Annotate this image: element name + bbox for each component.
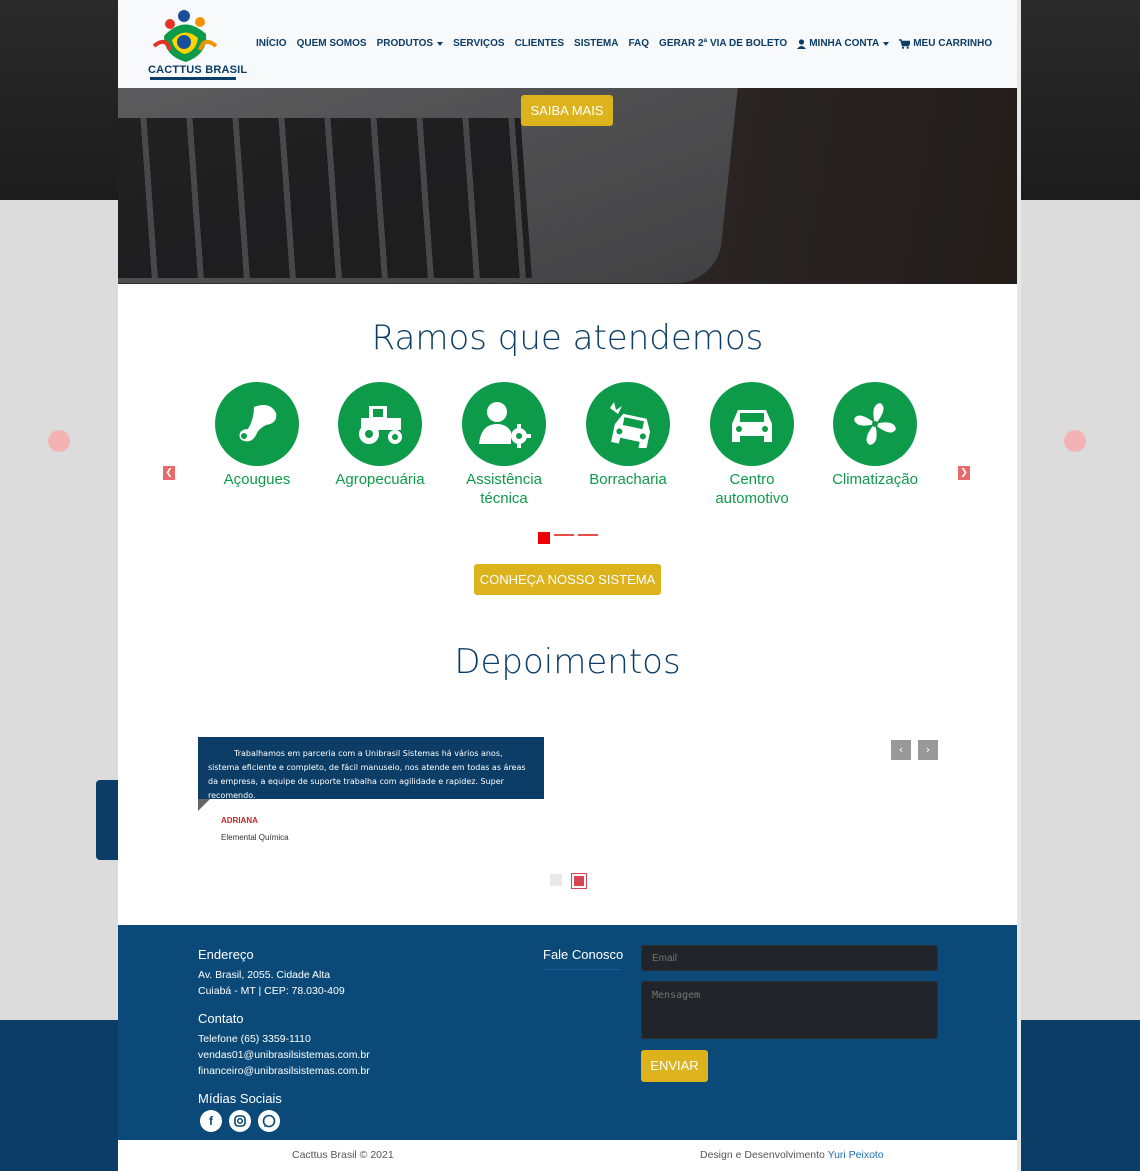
branches-indicators [538,532,598,544]
credit-text: Design e Desenvolvimento [700,1149,825,1161]
testimonial-quote: Trabalhamos em parceria com a Unibrasil … [198,737,544,800]
branch-borracharia[interactable]: Borracharia [573,382,683,489]
nav-label: QUEM SOMOS [296,38,367,49]
divider [543,969,621,970]
nav-label: CLIENTES [514,38,565,49]
nav-label: INÍCIO [256,38,287,49]
testimonial-author: ADRIANA [221,816,258,825]
copyright: Cacttus Brasil © 2021 [292,1149,394,1161]
caret-down-icon [437,41,444,46]
carousel-indicator[interactable] [578,534,598,536]
nav-label: FAQ [628,38,650,49]
nav-label: PRODUTOS [376,38,434,49]
nav-label: SISTEMA [574,38,619,49]
logo-icon [152,10,218,63]
page: CACTTUS BRASIL INÍCIO QUEM SOMOS PRODUTO… [118,0,1021,1171]
branch-climatizacao[interactable]: Climatização [820,382,930,489]
branch-assistencia[interactable]: Assistência técnica [449,382,559,508]
meat-icon [215,382,299,466]
footer: Endereço Av. Brasil, 2055. Cidade Alta C… [118,925,1017,1140]
chevron-right-icon: ❯ [960,468,968,478]
brand-underline [150,77,236,80]
whatsapp-icon[interactable] [258,1110,280,1132]
nav-inicio[interactable]: INÍCIO [251,38,292,49]
main-nav: INÍCIO QUEM SOMOS PRODUTOS SERVIÇOS CLIE… [251,38,997,49]
nav-label: MINHA CONTA [809,38,880,49]
nav-sistema[interactable]: SISTEMA [569,38,623,49]
instagram-icon[interactable] [229,1110,251,1132]
branch-agropecuaria[interactable]: Agropecuária [325,382,435,489]
fan-icon [833,382,917,466]
nav-label: SERVIÇOS [453,38,505,49]
chevron-left-icon: ‹ [898,743,904,756]
testimonial-prev-button[interactable]: ‹ [891,740,911,760]
testimonial-indicator-active[interactable] [571,873,587,889]
nav-produtos[interactable]: PRODUTOS [372,38,449,49]
quote-tail [198,799,210,811]
contact-phone: Telefone (65) 3359-1110 [198,1033,311,1045]
branch-label: Agropecuária [335,471,425,488]
car-icon [710,382,794,466]
testimonial-next-button[interactable]: › [918,740,938,760]
facebook-icon[interactable]: f [200,1110,222,1132]
tractor-icon [338,382,422,466]
nav-boleto[interactable]: GERAR 2ª VIA DE BOLETO [654,38,792,49]
chevron-right-icon: › [925,743,931,756]
credit: Design e Desenvolvimento Yuri Peixoto [700,1149,884,1161]
branches-carousel: Açougues Agropecuária Assistência técnic… [213,382,933,522]
nav-clientes[interactable]: CLIENTES [510,38,569,49]
nav-minha-conta[interactable]: MINHA CONTA [792,38,894,49]
chevron-left-icon: ❮ [165,468,173,478]
branch-label: Açougues [223,471,291,488]
car-crash-icon [586,382,670,466]
social-title: Mídias Sociais [198,1091,282,1106]
conheca-sistema-button[interactable]: CONHEÇA NOSSO SISTEMA [474,564,661,595]
brand-name: CACTTUS BRASIL [148,64,248,76]
branch-label: Assistência técnica [466,471,542,507]
contact-form-title: Fale Conosco [543,947,624,962]
testimonial-company: Elemental Química [221,833,289,842]
address-line2: Cuiabá - MT | CEP: 78.030-409 [198,985,345,997]
branch-centro-automotivo[interactable]: Centro automotivo [697,382,807,508]
technician-icon [462,382,546,466]
branches-prev-button[interactable]: ❮ [163,466,175,480]
credit-link[interactable]: Yuri Peixoto [828,1149,884,1161]
nav-label: MEU CARRINHO [913,38,993,49]
branch-acougues[interactable]: Açougues [202,382,312,489]
nav-carrinho[interactable]: MEU CARRINHO [894,38,997,49]
caret-down-icon [883,41,890,46]
saiba-mais-button[interactable]: SAIBA MAIS [521,95,613,126]
navbar: CACTTUS BRASIL INÍCIO QUEM SOMOS PRODUTO… [118,0,1021,88]
branch-label: Climatização [832,471,918,488]
address-line1: Av. Brasil, 2055. Cidade Alta [198,969,331,981]
branch-label: Centro automotivo [715,471,789,507]
email-field[interactable] [641,945,938,971]
branch-label: Borracharia [589,471,667,488]
carousel-indicator[interactable] [554,534,574,536]
send-button[interactable]: ENVIAR [641,1050,708,1082]
bottom-bar: Cacttus Brasil © 2021 Design e Desenvolv… [118,1140,1017,1171]
address-title: Endereço [198,947,254,962]
contact-email-financeiro[interactable]: financeiro@unibrasilsistemas.com.br [198,1063,370,1079]
nav-servicos[interactable]: SERVIÇOS [448,38,510,49]
nav-label: GERAR 2ª VIA DE BOLETO [659,38,788,49]
scroll-edge [1017,0,1021,1171]
testimonial-indicator[interactable] [550,874,562,886]
nav-faq[interactable]: FAQ [623,38,654,49]
contact-title: Contato [198,1011,244,1026]
nav-quem-somos[interactable]: QUEM SOMOS [292,38,372,49]
branches-title: Ramos que atendemos [371,318,764,358]
carousel-indicator[interactable] [538,532,550,544]
message-field[interactable] [641,981,938,1039]
user-icon [797,38,807,49]
cart-icon [899,38,911,49]
quote-text: Trabalhamos em parceria com a Unibrasil … [208,749,526,800]
branches-next-button[interactable]: ❯ [958,466,970,480]
contact-email-vendas[interactable]: vendas01@unibrasilsistemas.com.br [198,1047,370,1063]
testimonials-title: Depoimentos [454,642,681,682]
